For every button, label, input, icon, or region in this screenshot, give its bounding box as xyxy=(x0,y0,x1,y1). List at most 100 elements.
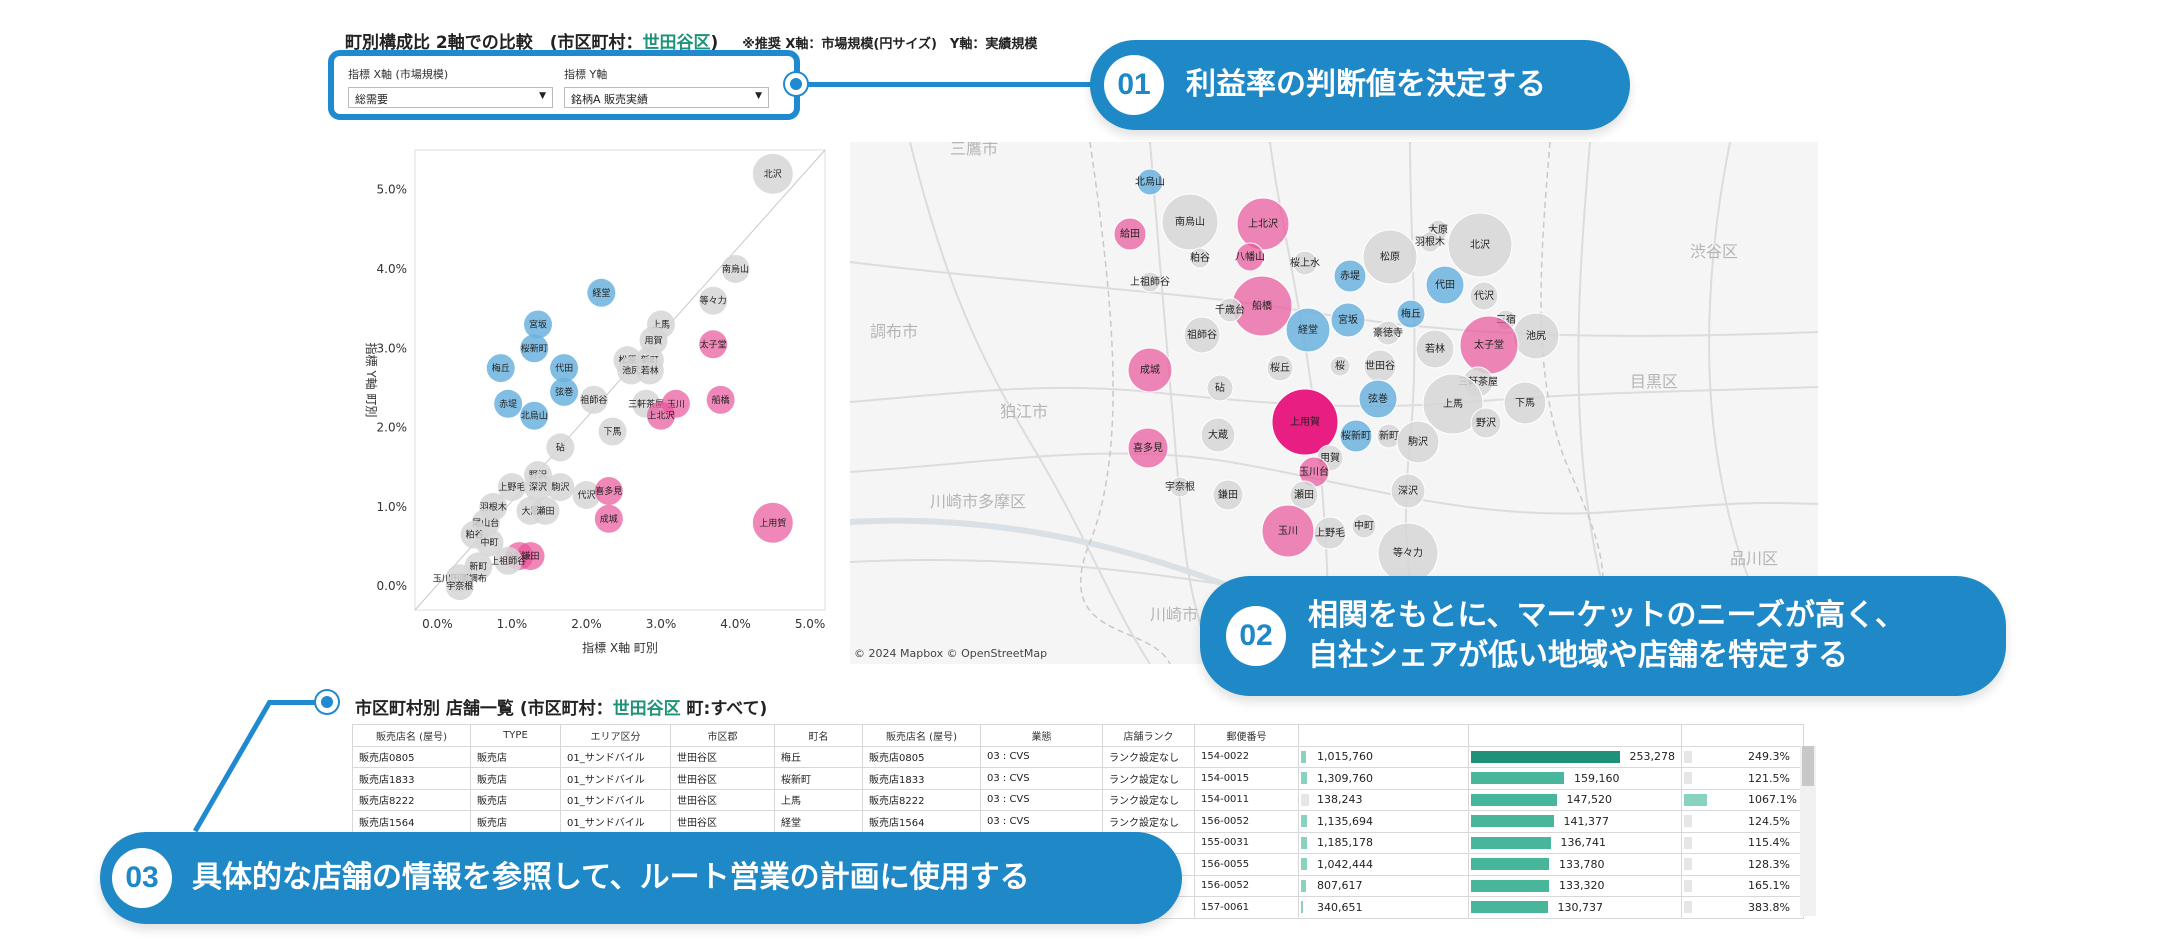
table-cell-town: 桜新町 xyxy=(774,767,863,790)
table-cell-store: 販売店8222 xyxy=(352,788,471,811)
table-value: 121.5% xyxy=(1748,771,1790,785)
map-bubble-label: 成城 xyxy=(1140,364,1160,376)
table-cell-city: 世田谷区 xyxy=(670,810,775,833)
map-bubble-label: 豪徳寺 xyxy=(1373,326,1403,339)
scatter-point-label: 梅丘 xyxy=(492,362,510,374)
table-bar-cell: 128.3% xyxy=(1681,853,1804,876)
col-header[interactable]: 町名 xyxy=(774,724,863,747)
table-cell-area: 01_サンドバイル xyxy=(560,810,671,833)
table-value: 1,309,760 xyxy=(1317,771,1373,785)
table-row[interactable]: 販売店0805 販売店 01_サンドバイル 世田谷区 梅丘 販売店0805 03 : CVS… xyxy=(352,745,1804,768)
scatter-point-label: 代沢 xyxy=(577,489,595,501)
callout-02: 02 相関をもとに、マーケットのニーズが高く、 自社シェアが低い地域や店舗を特定… xyxy=(1200,576,2006,696)
scatter-point-label: 桜新町 xyxy=(521,342,548,354)
table-cell-rank: ランク設定なし xyxy=(1102,788,1195,811)
scatter-point-label: 新町 xyxy=(469,560,487,572)
scatter-point-label: 赤堤 xyxy=(499,399,517,410)
col-header[interactable]: 市区郡 xyxy=(670,724,775,747)
dropdown-arrow-icon: ▼ xyxy=(539,91,546,101)
map-bubble-label: 北沢 xyxy=(1470,238,1490,251)
table-cell-town: 上馬 xyxy=(774,788,863,811)
scrollbar-thumb[interactable] xyxy=(1802,746,1814,786)
y-axis-select[interactable]: 銘柄A 販売実績 ▼ xyxy=(564,87,769,108)
x-tick-label: 2.0% xyxy=(571,617,602,631)
x-tick-label: 5.0% xyxy=(795,617,826,631)
dropdown-arrow-icon: ▼ xyxy=(755,91,762,101)
table-value: 1,042,444 xyxy=(1317,857,1373,871)
callout-02-number: 02 xyxy=(1226,606,1286,666)
y-tick-label: 4.0% xyxy=(377,262,408,276)
col-header[interactable]: 業態 xyxy=(980,724,1103,747)
table-value: 253,278 xyxy=(1629,750,1676,764)
table-value-bar xyxy=(1684,815,1692,827)
col-header[interactable]: 郵便番号 xyxy=(1194,724,1299,747)
table-value: 124.5% xyxy=(1748,814,1790,828)
table-value-bar xyxy=(1301,879,1306,892)
callout-02-text: 相関をもとに、マーケットのニーズが高く、 自社シェアが低い地域や店舗を特定する xyxy=(1308,596,1905,677)
scatter-point-label: 喜多見 xyxy=(595,485,622,497)
table-cell-type: 販売店 xyxy=(470,745,561,768)
map-bubble-label: 喜多見 xyxy=(1133,441,1163,454)
table-row[interactable]: 販売店8222 販売店 01_サンドバイル 世田谷区 上馬 販売店8222 03 : CVS… xyxy=(352,788,1804,811)
table-value-bar xyxy=(1684,793,1707,806)
callout-01: 01 利益率の判断値を決定する xyxy=(1090,40,1630,130)
map-bubble-label: 粕谷 xyxy=(1190,251,1210,264)
table-cell-rank: ランク設定なし xyxy=(1102,745,1195,768)
map-bubble-label: 上北沢 xyxy=(1248,217,1278,230)
table-bar-cell: 159,160 xyxy=(1468,767,1682,790)
callout-02-line2: 自社シェアが低い地域や店舗を特定する xyxy=(1308,638,1848,673)
table-cell-zip: 155-0031 xyxy=(1194,831,1299,854)
table-value: 165.1% xyxy=(1748,879,1790,893)
table-bar-cell: 249.3% xyxy=(1681,745,1804,768)
table-bar-cell: 1067.1% xyxy=(1681,788,1804,811)
scatter-point-label: 宇奈根 xyxy=(446,580,473,592)
table-value-bar xyxy=(1471,750,1620,763)
table-value-bar xyxy=(1471,879,1549,892)
map-bubble-label: 桜丘 xyxy=(1270,361,1290,374)
map-bubble-label: 八幡山 xyxy=(1235,250,1265,263)
callout-01-text: 利益率の判断値を決定する xyxy=(1186,66,1546,102)
map-bubble-label: 鎌田 xyxy=(1218,488,1238,501)
table-cell-biz: 03 : CVS xyxy=(980,788,1103,811)
table-cell-city: 世田谷区 xyxy=(670,788,775,811)
col-header[interactable]: TYPE xyxy=(470,724,561,747)
table-value: 1,135,694 xyxy=(1317,814,1373,828)
map-bubble-label: 等々力 xyxy=(1393,546,1423,559)
table-title-city[interactable]: 世田谷区 xyxy=(613,699,681,719)
map-bubble-label: 代田 xyxy=(1435,279,1455,291)
col-header[interactable]: 販売店名 (屋号) xyxy=(352,724,471,747)
x-axis-select[interactable]: 総需要 ▼ xyxy=(348,87,553,108)
table-bar-cell: 1,015,760 xyxy=(1298,745,1469,768)
scatter-point-label: 祖師谷 xyxy=(580,394,607,406)
table-cell-city: 世田谷区 xyxy=(670,745,775,768)
map-place-label: 目黒区 xyxy=(1630,372,1678,391)
table-value: 138,243 xyxy=(1317,793,1363,807)
table-bar-cell: 124.5% xyxy=(1681,810,1804,833)
map-bubble-label: 下馬 xyxy=(1515,397,1535,409)
table-scrollbar[interactable] xyxy=(1800,746,1816,916)
map-place-label: 渋谷区 xyxy=(1690,242,1738,261)
col-header[interactable]: エリア区分 xyxy=(560,724,671,747)
table-title: 市区町村別 店舗一覧 (市区町村：世田谷区 町:すべて) xyxy=(355,694,767,719)
table-bar-cell: 115.4% xyxy=(1681,831,1804,854)
table-row[interactable]: 販売店1564 販売店 01_サンドバイル 世田谷区 経堂 販売店1564 03 : CVS… xyxy=(352,810,1804,833)
table-value-bar xyxy=(1684,901,1692,913)
table-cell-store: 販売店0805 xyxy=(352,745,471,768)
scatter-point-label: 経堂 xyxy=(592,287,610,299)
col-header[interactable] xyxy=(1298,724,1469,747)
col-header[interactable] xyxy=(1681,724,1804,747)
col-header[interactable]: 販売店名 (屋号) xyxy=(862,724,981,747)
table-bar-cell: 383.8% xyxy=(1681,896,1804,919)
scatter-point-label: 弦巻 xyxy=(555,386,573,398)
map-bubble-label: 上祖師谷 xyxy=(1130,275,1170,288)
col-header[interactable] xyxy=(1468,724,1682,747)
table-row[interactable]: 販売店1833 販売店 01_サンドバイル 世田谷区 桜新町 販売店1833 03 : CV… xyxy=(352,767,1804,790)
map-bubble-label: 桜新町 xyxy=(1341,429,1371,442)
table-value-bar xyxy=(1471,772,1564,784)
table-value: 147,520 xyxy=(1566,793,1613,807)
scatter-chart: 0.0% 1.0% 2.0% 3.0% 4.0% 5.0% 0.0% 1.0% 2.0% 3.0%… xyxy=(345,140,835,660)
table-value: 383.8% xyxy=(1748,900,1790,914)
map-bubble-label: 上野毛 xyxy=(1315,527,1345,539)
x-tick-label: 0.0% xyxy=(422,617,453,631)
col-header[interactable]: 店舗ランク xyxy=(1102,724,1195,747)
